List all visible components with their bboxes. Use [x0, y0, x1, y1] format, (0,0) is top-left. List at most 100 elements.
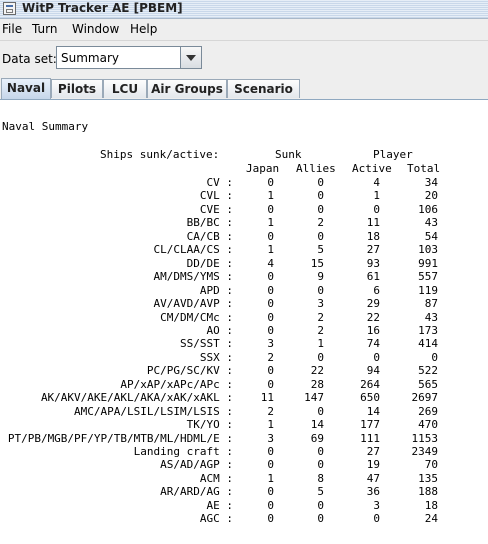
- total-cell: 18: [424, 498, 438, 512]
- table-row: Landing craft : 0 0 27 2349: [0, 445, 488, 458]
- total-cell: 2349: [411, 445, 439, 458]
- japan-sunk-cell: 2: [267, 404, 274, 418]
- table-row: CVE : 0 0 0 106: [0, 203, 488, 216]
- tab-scenario[interactable]: Scenario: [227, 79, 300, 98]
- allies-sunk-cell: 2: [317, 310, 324, 324]
- ship-type-label: AMC/APA/LSIL/LSIM/LSIS :: [74, 404, 233, 418]
- total-cell: 106: [418, 202, 438, 216]
- total-cell: 1153: [411, 431, 439, 445]
- tab-strip: Naval Pilots LCU Air Groups Scenario: [0, 77, 488, 100]
- table-row: AGC : 0 0 0 24: [0, 512, 488, 525]
- japan-sunk-cell: 0: [267, 498, 274, 512]
- table-row: AE : 0 0 3 18: [0, 499, 488, 512]
- ship-type-label: CVL :: [199, 189, 233, 203]
- active-cell: 18: [366, 229, 380, 243]
- ship-type-label: CVE :: [199, 202, 233, 216]
- active-cell: 36: [366, 485, 380, 499]
- japan-sunk-cell: 1: [267, 216, 274, 230]
- dataset-select[interactable]: Summary: [56, 46, 202, 69]
- menu-help[interactable]: Help: [130, 22, 157, 36]
- allies-sunk-cell: 0: [317, 445, 324, 458]
- japan-sunk-cell: 11: [260, 391, 274, 405]
- japan-sunk-cell: 0: [267, 310, 274, 324]
- total-cell: 470: [418, 418, 438, 432]
- tab-lcu[interactable]: LCU: [103, 79, 147, 98]
- table-row: DD/DE : 4 15 93 991: [0, 257, 488, 270]
- active-cell: 74: [366, 337, 380, 351]
- japan-sunk-cell: 0: [267, 364, 274, 378]
- ship-type-label: APD :: [199, 283, 233, 297]
- total-cell: 269: [418, 404, 438, 418]
- active-cell: 22: [366, 310, 380, 324]
- table-row: ACM : 1 8 47 135: [0, 472, 488, 485]
- active-cell: 93: [366, 256, 380, 270]
- total-cell: 103: [418, 243, 438, 257]
- table-row: CA/CB : 0 0 18 54: [0, 230, 488, 243]
- table-row: AMC/APA/LSIL/LSIM/LSIS : 2 0 14 269: [0, 405, 488, 418]
- allies-sunk-cell: 0: [317, 404, 324, 418]
- dataset-label: Data set:: [2, 52, 57, 66]
- ship-type-label: AM/DMS/YMS :: [153, 270, 233, 284]
- active-cell: 6: [373, 283, 380, 297]
- allies-sunk-cell: 5: [317, 243, 324, 257]
- menu-turn[interactable]: Turn: [32, 22, 57, 36]
- japan-sunk-cell: 4: [267, 256, 274, 270]
- ship-type-label: BB/BC :: [186, 216, 233, 230]
- active-cell: 27: [366, 243, 380, 257]
- ship-type-label: Landing craft :: [133, 445, 233, 458]
- ship-type-label: CV :: [206, 176, 234, 189]
- active-cell: 650: [360, 391, 380, 405]
- tab-naval[interactable]: Naval: [1, 78, 51, 99]
- table-row: AM/DMS/YMS : 0 9 61 557: [0, 270, 488, 283]
- japan-sunk-cell: 3: [267, 431, 274, 445]
- japan-sunk-cell: 0: [267, 323, 274, 337]
- column-header-active: Active: [352, 162, 392, 175]
- allies-sunk-cell: 0: [317, 283, 324, 297]
- japan-sunk-cell: 1: [267, 418, 274, 432]
- japan-sunk-cell: 0: [267, 176, 274, 189]
- allies-sunk-cell: 0: [317, 498, 324, 512]
- table-row: AP/xAP/xAPc/APc : 0 28 264 565: [0, 378, 488, 391]
- japan-sunk-cell: 1: [267, 471, 274, 485]
- active-cell: 4: [373, 176, 380, 189]
- active-cell: 29: [366, 297, 380, 311]
- allies-sunk-cell: 147: [304, 391, 324, 405]
- tab-air-groups[interactable]: Air Groups: [147, 79, 227, 98]
- title-bar: WitP Tracker AE [PBEM]: [0, 0, 488, 19]
- table-row: CL/CLAA/CS : 1 5 27 103: [0, 243, 488, 256]
- total-cell: 119: [418, 283, 438, 297]
- allies-sunk-cell: 69: [310, 431, 324, 445]
- table-row: BB/BC : 1 2 11 43: [0, 216, 488, 229]
- ship-type-label: AO :: [206, 323, 234, 337]
- ship-type-label: AP/xAP/xAPc/APc :: [120, 377, 233, 391]
- menu-window[interactable]: Window: [72, 22, 119, 36]
- total-cell: 565: [418, 377, 438, 391]
- active-cell: 61: [366, 270, 380, 284]
- total-cell: 991: [418, 256, 438, 270]
- tab-pilots[interactable]: Pilots: [51, 79, 103, 98]
- dataset-selected-value: Summary: [61, 51, 119, 65]
- allies-sunk-cell: 2: [317, 323, 324, 337]
- table-row: PC/PG/SC/KV : 0 22 94 522: [0, 364, 488, 377]
- japan-sunk-cell: 0: [267, 377, 274, 391]
- column-header-total: Total: [407, 162, 441, 175]
- japan-sunk-cell: 0: [267, 297, 274, 311]
- ship-type-label: AGC :: [199, 512, 233, 526]
- japan-sunk-cell: 1: [267, 189, 274, 203]
- table-row: APD : 0 0 6 119: [0, 284, 488, 297]
- menu-file[interactable]: File: [2, 22, 22, 36]
- table-row: CM/DM/CMc :0 2 22 43: [0, 311, 488, 324]
- ship-type-label: AR/ARD/AG :: [160, 485, 233, 499]
- japan-sunk-cell: 0: [267, 445, 274, 458]
- window-title: WitP Tracker AE [PBEM]: [22, 1, 183, 15]
- total-cell: 87: [424, 297, 438, 311]
- table-row: AO : 0 2 16 173: [0, 324, 488, 337]
- active-cell: 16: [366, 323, 380, 337]
- total-cell: 43: [424, 216, 438, 230]
- ship-type-label: TK/YO :: [186, 418, 233, 432]
- active-cell: 177: [360, 418, 380, 432]
- chevron-down-icon[interactable]: [180, 47, 201, 68]
- active-cell: 1: [373, 189, 380, 203]
- allies-sunk-cell: 28: [310, 377, 324, 391]
- ship-type-label: CM/DM/CMc :: [160, 310, 233, 324]
